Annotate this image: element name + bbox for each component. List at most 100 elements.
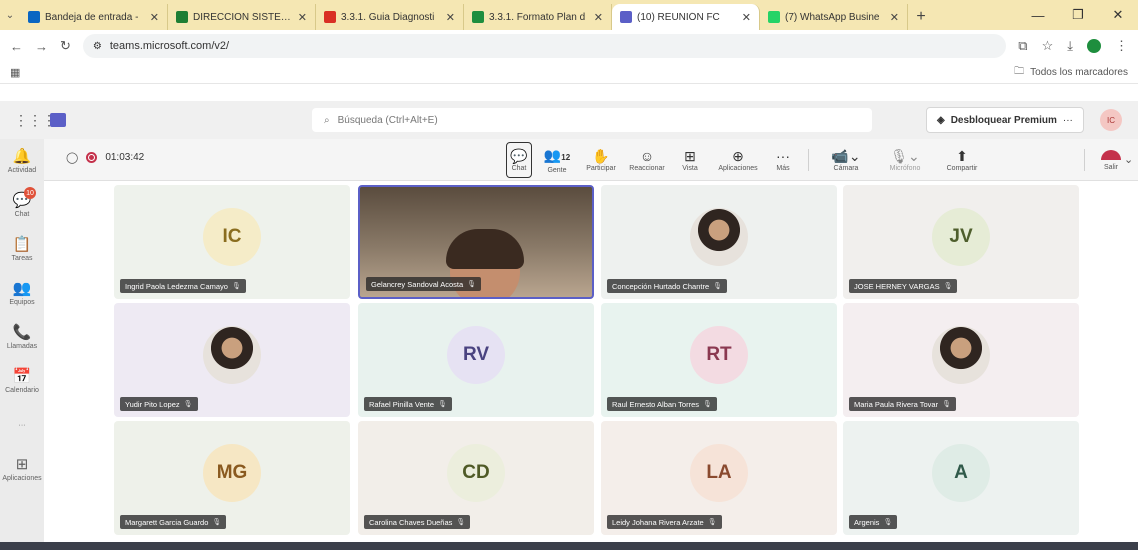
participant-name-tag: Concepción Hurtado Chantre 🎙 [607, 279, 728, 293]
rail-item[interactable]: 🔔 Actividad [0, 139, 44, 183]
more-button[interactable]: ··· Más [770, 142, 796, 178]
share-button[interactable]: ⬆ Compartir [940, 142, 984, 178]
participant-photo [690, 208, 748, 267]
participant-initials: IC [203, 208, 261, 267]
favicon-icon [472, 11, 484, 23]
participant-tile[interactable]: RT Raul Ernesto Alban Torres 🎙 [601, 303, 837, 417]
all-bookmarks[interactable]: 🗀 Todos los marcadores [1014, 64, 1128, 81]
participant-tile[interactable]: CD Carolina Chaves Dueñas 🎙 [358, 421, 594, 535]
profile-avatar[interactable] [1087, 39, 1101, 53]
rail-label: Chat [14, 210, 30, 218]
rail-item[interactable]: 👥 Equipos [0, 271, 44, 315]
user-avatar[interactable]: IC [1100, 109, 1122, 131]
apps-button[interactable]: ⊕ Aplicaciones [712, 142, 764, 178]
rail-item[interactable]: 💬 Chat 10 [0, 183, 44, 227]
apps-grid-icon[interactable]: ▦ [10, 66, 20, 79]
tab-title: DIRECCION SISTEMA [193, 11, 293, 23]
unread-badge: 10 [24, 187, 36, 199]
participant-initials: LA [690, 444, 748, 503]
teams-header: ⋮⋮⋮ ⌕ Búsqueda (Ctrl+Alt+E) ◈ Desbloquea… [0, 101, 1138, 139]
site-settings-icon[interactable]: ⚙ [93, 41, 102, 52]
participant-name-tag: Carolina Chaves Dueñas 🎙 [364, 515, 471, 529]
raise-hand-button[interactable]: ✋ Participar [584, 142, 618, 178]
people-icon: 👥12 [543, 146, 571, 163]
people-button[interactable]: 👥12 Gente [542, 142, 572, 178]
mic-muted-icon: 🎙 [703, 401, 712, 408]
participant-tile[interactable]: JV JOSE HERNEY VARGAS 🎙 [843, 185, 1079, 299]
rail-item[interactable]: ⊞ Aplicaciones [0, 447, 44, 491]
view-button[interactable]: ⊞ Vista [676, 142, 704, 178]
new-tab-button[interactable]: + [908, 4, 934, 30]
participant-tile[interactable]: Gelancrey Sandoval Acosta 🎙 [358, 185, 594, 299]
close-window-icon[interactable]: ✕ [1098, 0, 1138, 30]
participant-name: Carolina Chaves Dueñas [369, 517, 453, 527]
leave-options-chevron-icon[interactable]: ⌄ [1124, 153, 1133, 166]
participant-name-tag: Rafael Pinilla Vente 🎙 [364, 397, 452, 411]
participant-initials: CD [447, 444, 505, 503]
participant-name-tag: Ingrid Paola Ledezma Camayo 🎙 [120, 279, 246, 293]
meeting-timer: ◯ 01:03:42 [66, 152, 145, 164]
rail-item[interactable]: ··· [0, 403, 44, 447]
close-tab-icon[interactable]: ✕ [890, 11, 899, 24]
browser-tab[interactable]: (10) REUNIÓN FC ✕ [612, 4, 760, 30]
browser-tab[interactable]: 3.3.1. Guia Diagnosti ✕ [316, 4, 464, 30]
react-button[interactable]: ☺ Reaccionar [626, 142, 668, 178]
mic-muted-icon: 🎙 [943, 283, 953, 290]
bookmarks-bar: ▦ 🗀 Todos los marcadores [0, 62, 1138, 84]
browser-tab[interactable]: DIRECCION SISTEMA ✕ [168, 4, 316, 30]
minimize-icon[interactable]: — [1018, 0, 1058, 30]
participant-name: Maria Paula Rivera Tovar [854, 399, 939, 409]
rail-item[interactable]: 📅 Calendario [0, 359, 44, 403]
participant-tile[interactable]: IC Ingrid Paola Ledezma Camayo 🎙 [114, 185, 350, 299]
recording-icon [86, 152, 98, 163]
tab-title: 3.3.1. Guia Diagnosti [341, 11, 435, 23]
rail-label: Equipos [9, 298, 35, 306]
browser-tab[interactable]: (7) WhatsApp Busine ✕ [760, 4, 908, 30]
leave-button[interactable]: Salir [1096, 142, 1126, 178]
participant-tile[interactable]: Maria Paula Rivera Tovar 🎙 [843, 303, 1079, 417]
close-tab-icon[interactable]: ✕ [446, 11, 455, 24]
camera-button[interactable]: 📹⌄ Cámara [826, 142, 866, 178]
browser-tab[interactable]: Bandeja de entrada - ✕ [20, 4, 168, 30]
url-field[interactable]: ⚙ teams.microsoft.com/v2/ [82, 34, 1007, 58]
mic-button[interactable]: 🎙⌄ Micrófono [882, 142, 928, 178]
mic-off-icon: 🎙⌄ [890, 148, 920, 164]
rail-item[interactable]: 📞 Llamadas [0, 315, 44, 359]
mic-muted-icon: 🎙 [456, 519, 466, 526]
participant-tile[interactable]: RV Rafael Pinilla Vente 🎙 [358, 303, 594, 417]
close-tab-icon[interactable]: ✕ [742, 11, 751, 24]
app-launcher-icon[interactable]: ⋮⋮⋮ [14, 112, 56, 129]
browser-menu-icon[interactable]: ⋮ [1115, 38, 1128, 54]
rail-label: ··· [18, 421, 26, 429]
download-icon[interactable]: ⤓ [1067, 38, 1073, 54]
search-input[interactable]: ⌕ Búsqueda (Ctrl+Alt+E) [312, 108, 872, 132]
close-tab-icon[interactable]: ✕ [594, 11, 603, 24]
back-icon[interactable]: ← [10, 39, 23, 54]
tab-search-icon[interactable]: ⌄ [0, 0, 20, 30]
chat-icon: 💬 [510, 148, 528, 164]
close-tab-icon[interactable]: ✕ [150, 11, 159, 24]
close-tab-icon[interactable]: ✕ [298, 11, 307, 24]
browser-tab[interactable]: 3.3.1. Formato Plan d ✕ [464, 4, 612, 30]
participant-name: Leidy Johana Rivera Arzate [612, 517, 704, 527]
participant-name-tag: Gelancrey Sandoval Acosta 🎙 [366, 277, 482, 291]
bookmark-star-icon[interactable]: ☆ [1042, 38, 1054, 54]
restore-icon[interactable]: ❐ [1058, 0, 1098, 30]
chat-button[interactable]: 💬 Chat [506, 142, 532, 178]
participant-tile[interactable]: A Argenis 🎙 [843, 421, 1079, 535]
participant-tile[interactable]: MG Margarett Garcia Guardo 🎙 [114, 421, 350, 535]
participant-tile[interactable]: LA Leidy Johana Rivera Arzate 🎙 [601, 421, 837, 535]
browser-tab-strip: ⌄ Bandeja de entrada - ✕ DIRECCION SISTEMA… [0, 0, 1138, 30]
rail-item[interactable]: 📋 Tareas [0, 227, 44, 271]
reload-icon[interactable]: ↻ [60, 38, 71, 54]
participant-name: Raul Ernesto Alban Torres [612, 399, 699, 409]
more-options-icon[interactable]: ··· [1063, 115, 1073, 126]
participant-tile[interactable]: Concepción Hurtado Chantre 🎙 [601, 185, 837, 299]
screenshot-icon[interactable]: ⧉ [1018, 38, 1027, 54]
participant-name: Gelancrey Sandoval Acosta [371, 279, 464, 289]
participant-name-tag: Raul Ernesto Alban Torres 🎙 [607, 397, 717, 411]
teams-logo [50, 113, 66, 127]
premium-button[interactable]: ◈ Desbloquear Premium ··· [926, 107, 1084, 133]
forward-icon[interactable]: → [35, 39, 48, 54]
participant-tile[interactable]: Yudir Pito Lopez 🎙 [114, 303, 350, 417]
